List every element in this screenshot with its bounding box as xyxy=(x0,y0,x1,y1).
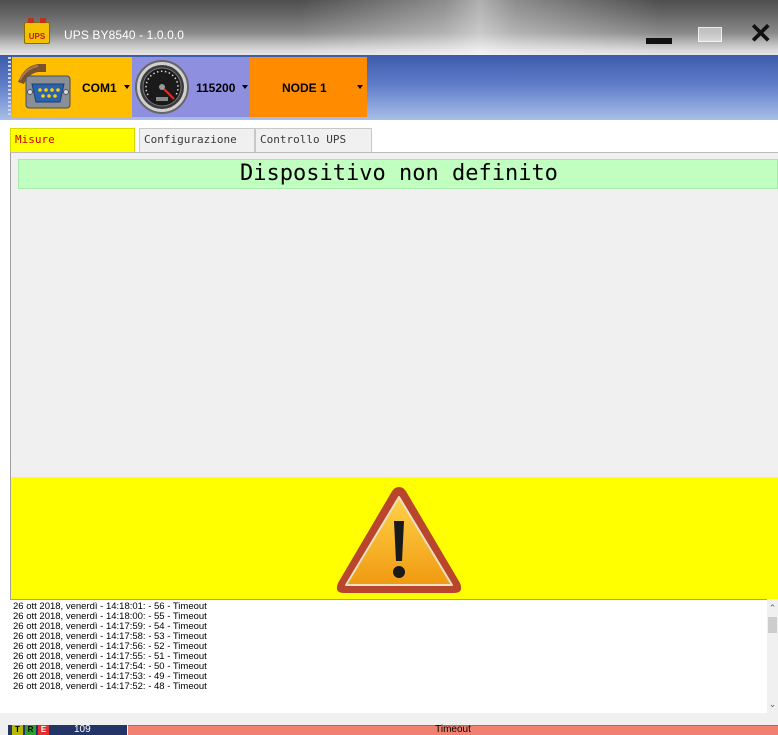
tab-configurazione[interactable]: Configurazione xyxy=(139,128,255,152)
window-title: UPS BY8540 - 1.0.0.0 xyxy=(64,28,185,42)
tx-indicator: T xyxy=(12,725,23,735)
chevron-down-icon xyxy=(124,85,130,89)
com-port-dropdown[interactable]: COM1 xyxy=(12,57,132,117)
title-bar[interactable]: UPS UPS BY8540 - 1.0.0.0 ✕ xyxy=(0,0,778,55)
tab-misure[interactable]: Misure xyxy=(10,128,135,152)
baud-rate-dropdown[interactable]: 115200 xyxy=(132,57,250,117)
log-line: 26 ott 2018, venerdì - 14:17:52: - 48 - … xyxy=(13,681,207,692)
banner-text: Dispositivo non definito xyxy=(240,161,558,186)
app-icon-label: UPS xyxy=(28,32,46,41)
status-bar: T R E 109 Timeout xyxy=(0,713,778,735)
app-battery-icon[interactable]: UPS xyxy=(24,18,50,44)
chevron-down-icon xyxy=(242,85,248,89)
baud-rate-label: 115200 xyxy=(196,81,236,95)
toolbar-grip[interactable] xyxy=(8,57,11,115)
tab-bar: Misure Configurazione Controllo UPS xyxy=(10,128,778,152)
status-indicators: T R E xyxy=(8,725,127,735)
measures-panel: Dispositivo non definito xyxy=(10,153,778,599)
tab-controllo-ups[interactable]: Controllo UPS xyxy=(255,128,372,152)
scroll-thumb[interactable] xyxy=(768,617,777,633)
minimize-icon xyxy=(646,38,672,44)
app-window: UPS UPS BY8540 - 1.0.0.0 ✕ COM1 115200 N… xyxy=(0,0,778,735)
minimize-button[interactable] xyxy=(646,24,672,44)
status-message: Timeout xyxy=(435,724,471,735)
node-label: NODE 1 xyxy=(282,81,327,95)
scroll-up-icon[interactable]: ⌃ xyxy=(767,603,778,613)
event-log[interactable]: 26 ott 2018, venerdì - 14:18:01: - 56 - … xyxy=(10,599,778,713)
error-indicator: E xyxy=(38,725,49,735)
serial-connector-icon xyxy=(18,64,71,109)
com-port-label: COM1 xyxy=(82,81,117,95)
warning-triangle-icon xyxy=(336,487,462,593)
rx-indicator: R xyxy=(25,725,36,735)
message-count: 109 xyxy=(74,724,91,735)
speedometer-icon xyxy=(135,60,189,114)
scroll-down-icon[interactable]: ⌄ xyxy=(767,699,778,709)
status-banner: Dispositivo non definito xyxy=(18,159,778,189)
close-icon: ✕ xyxy=(749,18,773,49)
node-dropdown[interactable]: NODE 1 xyxy=(250,57,367,117)
title-bar-gloss xyxy=(300,0,660,55)
close-button[interactable]: ✕ xyxy=(748,20,772,48)
log-scrollbar[interactable]: ⌃ ⌄ xyxy=(767,599,778,713)
toolbar: COM1 115200 NODE 1 xyxy=(0,55,778,120)
maximize-button[interactable] xyxy=(698,24,722,44)
maximize-icon xyxy=(698,27,722,42)
status-message-box: Timeout xyxy=(128,724,778,735)
alert-area xyxy=(10,477,778,599)
chevron-down-icon xyxy=(357,85,363,89)
